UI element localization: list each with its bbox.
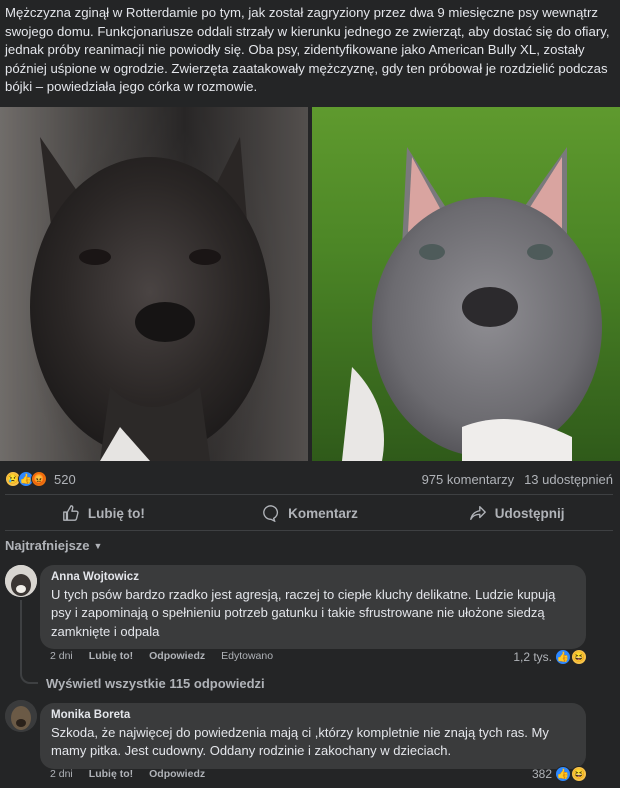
like-reaction-icon: 👍: [555, 649, 571, 665]
comments-count[interactable]: 975 komentarzy: [422, 472, 515, 487]
comment-author[interactable]: Monika Boreta: [51, 709, 575, 721]
avatar-dog-icon: [5, 700, 37, 732]
reaction-icons[interactable]: 😢 👍 😡: [5, 471, 47, 487]
avatar-dog-icon: [5, 565, 37, 597]
angry-reaction-icon: 😡: [31, 471, 47, 487]
comment-reply-button[interactable]: Odpowiedz: [149, 768, 205, 780]
share-button[interactable]: Udostępnij: [413, 498, 620, 528]
comment-sort-dropdown[interactable]: Najtrafniejsze ▼: [5, 538, 102, 553]
comment-bubble: Anna Wojtowicz U tych psów bardzo rzadko…: [40, 565, 586, 649]
dark-dog-illustration: [30, 137, 270, 461]
view-replies-link[interactable]: Wyświetl wszystkie 115 odpowiedzi: [46, 676, 265, 691]
like-button[interactable]: Lubię to!: [0, 498, 207, 528]
comment-reaction-count: 382: [531, 767, 552, 781]
reply-thread-line: [20, 600, 38, 684]
haha-reaction-icon: 😆: [571, 649, 587, 665]
like-reaction-icon: 👍: [555, 766, 571, 782]
share-button-label: Udostępnij: [494, 505, 565, 521]
like-button-label: Lubię to!: [87, 505, 145, 521]
comment-like-button[interactable]: Lubię to!: [89, 650, 133, 662]
comment-icon: [263, 505, 279, 522]
thumbs-up-icon: [62, 505, 79, 521]
divider: [5, 494, 613, 495]
comment-text: U tych psów bardzo rzadko jest agresją, …: [51, 587, 556, 639]
reaction-count[interactable]: 520: [54, 472, 76, 487]
gray-dog-illustration: [342, 147, 602, 461]
comment-reaction-count: 1,2 tys.: [513, 650, 552, 664]
comment-like-button[interactable]: Lubię to!: [89, 768, 133, 780]
comment-meta: 2 dni Lubię to! Odpowiedz: [50, 768, 205, 780]
haha-reaction-icon: 😆: [571, 766, 587, 782]
sort-label: Najtrafniejsze: [5, 538, 90, 553]
comment-time[interactable]: 2 dni: [50, 650, 73, 662]
comment-reply-button[interactable]: Odpowiedz: [149, 650, 205, 662]
divider: [5, 530, 613, 531]
comment-meta: 2 dni Lubię to! Odpowiedz Edytowano: [50, 650, 273, 662]
comment-button[interactable]: Komentarz: [207, 498, 414, 528]
post-text: Mężczyzna zginął w Rotterdamie po tym, j…: [5, 5, 610, 94]
share-icon: [469, 506, 486, 520]
photo-dark-dog[interactable]: [0, 107, 308, 461]
post-actions: Lubię to! Komentarz Udostępnij: [0, 498, 620, 528]
comment-reactions[interactable]: 1,2 tys. 👍 😆: [513, 649, 587, 665]
shares-count[interactable]: 13 udostępnień: [524, 472, 613, 487]
avatar[interactable]: [5, 700, 37, 732]
photo-gray-dog[interactable]: [312, 107, 620, 461]
comment-bubble: Monika Boreta Szkoda, że najwięcej do po…: [40, 703, 586, 769]
avatar[interactable]: [5, 565, 37, 597]
comment-text: Szkoda, że najwięcej do powiedzenia mają…: [51, 725, 549, 759]
comment-button-label: Komentarz: [288, 505, 358, 521]
chevron-down-icon: ▼: [93, 540, 103, 551]
comment-edited-label: Edytowano: [221, 650, 274, 662]
post-images[interactable]: [0, 107, 620, 461]
post-stats: 😢 👍 😡 520 975 komentarzy 13 udostępnień: [5, 468, 613, 490]
comment-reactions[interactable]: 382 👍 😆: [531, 766, 587, 782]
comment-time[interactable]: 2 dni: [50, 768, 73, 780]
comment-author[interactable]: Anna Wojtowicz: [51, 571, 575, 583]
